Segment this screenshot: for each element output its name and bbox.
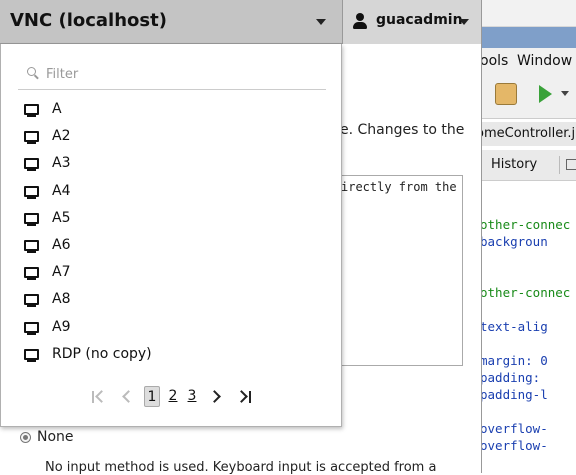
connection-item[interactable]: A8 [1, 286, 341, 313]
code-line: padding-l [481, 387, 548, 402]
monitor-icon [24, 239, 39, 254]
connection-item[interactable]: A6 [1, 232, 341, 259]
monitor-icon [24, 104, 39, 118]
monitor-icon [24, 267, 39, 281]
connection-dropdown: A A2 A3 A4 A5 A6 A7 A8 [0, 44, 342, 427]
username-label: guacadmin [376, 12, 463, 28]
connection-list: A A2 A3 A4 A5 A6 A7 A8 A9 RDP (no copy) [1, 96, 341, 368]
last-page-icon[interactable] [235, 390, 253, 404]
run-icon[interactable] [539, 85, 552, 103]
code-line: padding: [481, 370, 541, 385]
client-topbar: VNC (localhost) guacadmin [0, 0, 481, 44]
code-editor[interactable]: other-connec backgroun other-connec text… [482, 181, 576, 473]
user-icon [353, 13, 367, 30]
monitor-icon [24, 348, 39, 363]
divider [559, 156, 560, 174]
monitor-icon [24, 321, 39, 336]
code-line: margin: 0 [481, 353, 548, 368]
chevron-down-icon[interactable] [316, 19, 326, 25]
search-icon [27, 67, 39, 80]
connection-name: A [52, 101, 62, 117]
connection-item[interactable]: A7 [1, 259, 341, 286]
connection-item[interactable]: RDP (no copy) [1, 341, 341, 368]
connection-name: A3 [52, 155, 71, 172]
connection-item[interactable]: A9 [1, 314, 341, 341]
monitor-icon [24, 131, 39, 145]
input-method-none-option[interactable]: None [20, 429, 74, 445]
remote-desktop-ide[interactable]: ools Window omeController.j History othe… [481, 0, 576, 473]
connection-item[interactable]: A4 [1, 178, 341, 205]
next-page-icon[interactable] [208, 390, 221, 404]
connection-item[interactable]: A5 [1, 205, 341, 232]
run-dropdown-icon[interactable] [561, 91, 569, 96]
connection-name: A4 [52, 182, 71, 199]
connection-name: A9 [52, 318, 71, 335]
connection-name: A7 [52, 264, 71, 281]
page-button-1[interactable]: 1 [144, 386, 160, 407]
connection-name: A6 [52, 236, 71, 253]
toolbar-square-icon[interactable] [566, 159, 576, 170]
radio-button[interactable] [20, 431, 31, 443]
first-page-icon [92, 390, 108, 404]
connection-menu-title[interactable]: VNC (localhost) [10, 10, 167, 31]
connection-item[interactable]: A2 [1, 123, 341, 150]
monitor-icon [24, 158, 39, 172]
connection-item[interactable]: A [1, 96, 341, 123]
code-line: text-alig [481, 319, 548, 334]
connection-item[interactable]: A3 [1, 150, 341, 177]
menu-item-tools[interactable]: ools [482, 53, 508, 69]
file-tab-label: omeController.j [481, 126, 576, 141]
monitor-icon [24, 294, 39, 308]
filter-box[interactable] [18, 61, 326, 90]
history-tab[interactable]: History [491, 157, 537, 172]
editor-subtabs: History [482, 150, 576, 181]
page-button-3[interactable]: 3 [184, 386, 200, 407]
connection-name: RDP (no copy) [52, 345, 152, 362]
menu-item-window[interactable]: Window [517, 53, 572, 69]
code-line: other-connec [481, 285, 571, 300]
code-line: overflow- [481, 421, 548, 436]
connection-name: A8 [52, 291, 71, 308]
previous-page-icon [122, 390, 135, 404]
code-line: backgroun [481, 234, 548, 249]
monitor-icon [24, 185, 39, 200]
settings-text-fragment: e. Changes to the [340, 122, 465, 138]
user-menu[interactable]: guacadmin [343, 0, 481, 44]
code-line: other-connec [481, 217, 571, 232]
connection-name: A2 [52, 128, 71, 145]
editor-file-tab[interactable]: omeController.j [482, 122, 576, 146]
build-icon[interactable] [495, 83, 517, 105]
radio-label: None [37, 429, 74, 445]
connection-name: A5 [52, 209, 71, 226]
code-line: overflow- [481, 438, 548, 453]
ide-titlebar [482, 0, 576, 27]
ide-menubar: ools Window [482, 48, 576, 74]
page-button-2[interactable]: 2 [165, 386, 181, 407]
filter-input[interactable] [46, 63, 316, 85]
ide-toolbar [482, 74, 576, 119]
pager: 1 2 3 [1, 384, 341, 412]
monitor-icon [24, 212, 39, 227]
ide-header-strip [482, 27, 576, 48]
chevron-down-icon[interactable] [459, 19, 469, 25]
